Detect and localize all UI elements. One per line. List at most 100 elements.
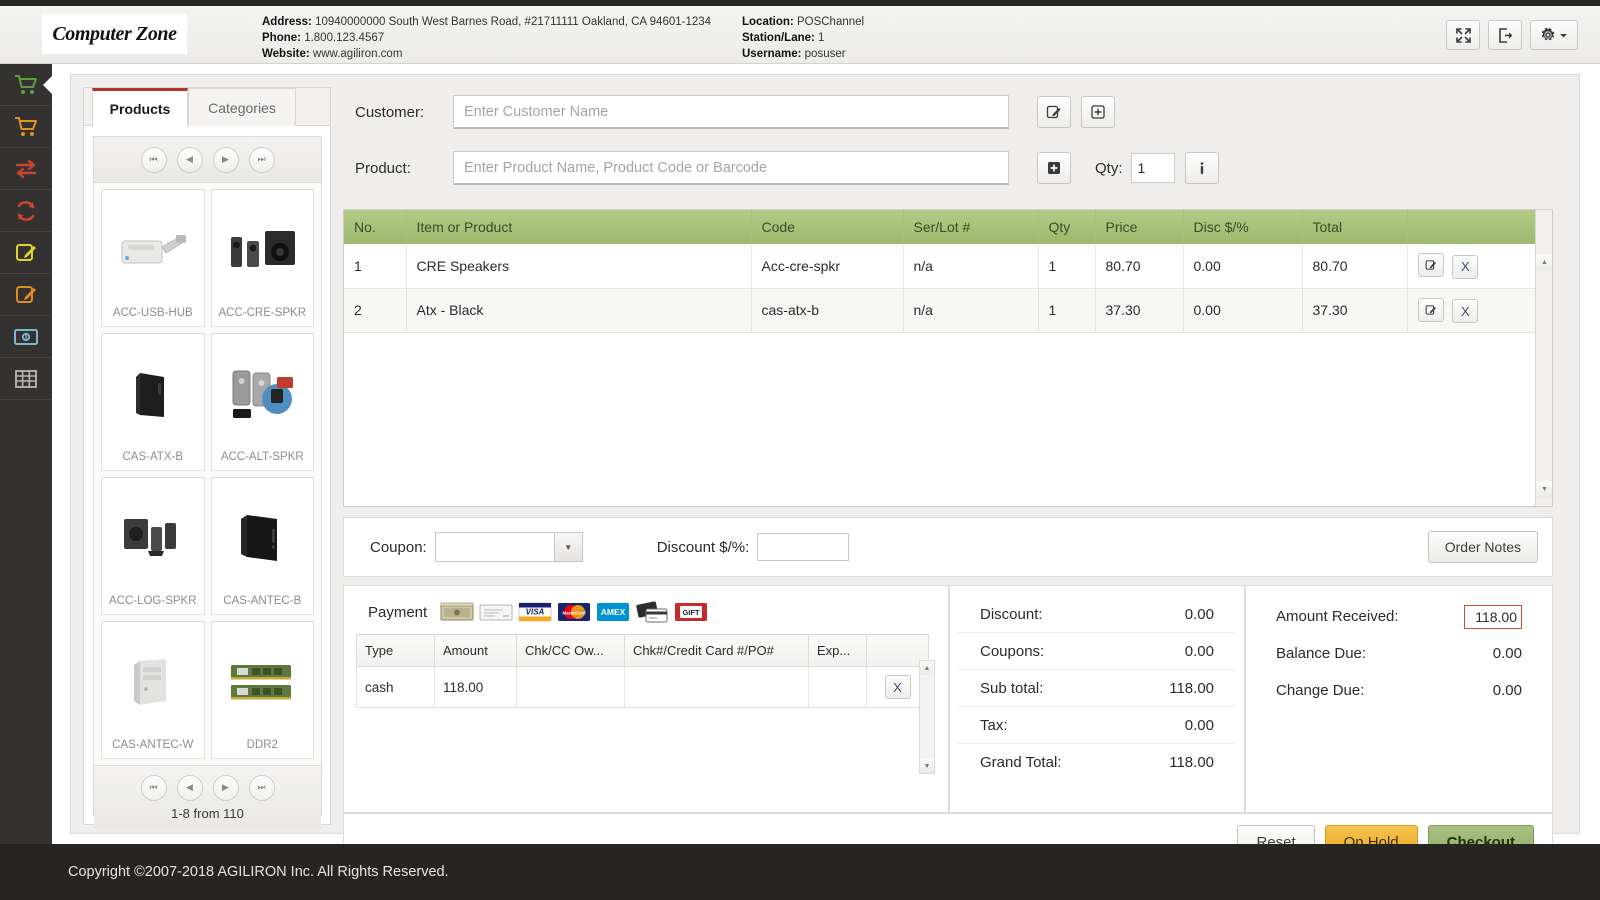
copyright-text: Copyright ©2007-2018 AGILIRON Inc. All R… [68, 864, 449, 880]
cell-code: cas-atx-b [751, 288, 904, 333]
expand-icon [1455, 27, 1471, 43]
grid-table-icon [15, 369, 37, 388]
grand-total-label: Grand Total: [980, 754, 1062, 771]
qty-input[interactable] [1130, 153, 1175, 183]
table-row[interactable]: 1 CRE Speakers Acc-cre-spkr n/a 1 80.70 … [344, 244, 1537, 289]
coupon-select[interactable]: ▼ [434, 532, 583, 562]
order-notes-button[interactable]: Order Notes [1427, 531, 1538, 563]
pay-col-number: Chk#/Credit Card #/PO# [624, 634, 809, 667]
settings-button[interactable] [1530, 20, 1578, 50]
header-address-label: Address: [262, 16, 312, 28]
product-cell-acc-cre-spkr[interactable]: ACC-CRE-SPKR [210, 189, 314, 327]
delete-payment-button[interactable]: X [884, 675, 911, 699]
scroll-down-arrow[interactable]: ▼ [920, 759, 934, 773]
table-row[interactable]: 2 Atx - Black cas-atx-b n/a 1 37.30 0.00… [344, 288, 1537, 333]
subtotal-label: Sub total: [980, 679, 1044, 697]
pay-col-amount: Amount [434, 634, 517, 667]
sidebar-item-exchange[interactable] [0, 148, 52, 190]
visa-icon[interactable]: VISA [518, 600, 552, 624]
sidebar-item-edit-orange[interactable] [0, 274, 52, 316]
customer-input[interactable] [453, 95, 1009, 129]
cell-price: 80.70 [1095, 244, 1184, 289]
amount-received-input[interactable] [1464, 604, 1522, 629]
gift-card-icon[interactable]: GIFT [674, 600, 708, 624]
fullscreen-button[interactable] [1446, 20, 1480, 50]
edit-row-button[interactable] [1417, 297, 1444, 322]
pager-last-button-top[interactable]: ⏭ [248, 146, 275, 173]
scroll-up-arrow[interactable]: ▲ [920, 661, 934, 675]
header-website-line: Website: www.agiliron.com [262, 46, 711, 62]
product-cell-ddr2[interactable]: DDR2 [210, 621, 314, 759]
cell-actions: X [1407, 244, 1537, 289]
tab-products[interactable]: Products [92, 88, 188, 127]
amex-icon[interactable]: AMEX [596, 600, 630, 624]
change-due-label: Change Due: [1276, 682, 1365, 699]
cell-qty: 1 [1038, 244, 1096, 289]
grand-total-value: 118.00 [1169, 754, 1214, 771]
delete-row-button[interactable]: X [1452, 254, 1479, 279]
delete-row-button[interactable]: X [1452, 299, 1479, 323]
product-cell-cas-antec-w[interactable]: CAS-ANTEC-W [101, 621, 205, 759]
product-info-button[interactable] [1184, 152, 1219, 184]
sidebar-item-new-order[interactable] [0, 64, 53, 106]
grand-total-row: Grand Total: 118.00 [958, 744, 1236, 781]
pager-first-button-bottom[interactable]: ⏮ [140, 774, 167, 801]
balance-due-row: Balance Due: 0.00 [1254, 635, 1544, 672]
product-code-label: DDR2 [246, 739, 278, 751]
sidebar-item-grid[interactable] [0, 358, 52, 400]
scroll-down-arrow[interactable]: ▼ [1536, 481, 1552, 498]
pager-prev-button-bottom[interactable]: ◀ [176, 774, 203, 801]
qty-label: Qty: [1095, 159, 1123, 177]
product-cell-cas-antec-b[interactable]: CAS-ANTEC-B [210, 477, 314, 615]
pager-first-button-top[interactable]: ⏮ [140, 146, 167, 173]
product-input[interactable] [453, 151, 1009, 185]
header-session-info: Location: POSChannel Station/Lane: 1 Use… [742, 14, 864, 62]
sidebar-item-refresh[interactable] [0, 190, 52, 232]
col-no: No. [344, 210, 407, 244]
sidebar-item-orders[interactable] [0, 106, 52, 148]
customer-row: Customer: [343, 95, 1115, 129]
main-body: Products Categories ⏮ ◀ ▶ ⏭ ACC-USB-HUB … [52, 64, 1600, 871]
subtotal-value: 118.00 [1169, 679, 1214, 697]
sidebar-item-edit-yellow[interactable] [0, 232, 52, 274]
pager-next-button-bottom[interactable]: ▶ [212, 774, 239, 801]
edit-row-button[interactable] [1417, 253, 1444, 277]
add-customer-button[interactable] [1081, 96, 1115, 128]
product-cell-cas-atx-b[interactable]: CAS-ATX-B [101, 333, 205, 471]
cash-icon[interactable] [440, 600, 474, 624]
refresh-icon [17, 200, 35, 221]
logout-button[interactable] [1488, 20, 1522, 50]
payment-table-scrollbar[interactable]: ▲ ▼ [919, 660, 935, 774]
discount-input[interactable] [757, 533, 850, 561]
discount-total-label: Discount: [980, 605, 1043, 623]
payment-methods-row: Payment VISA MasterCard AMEX GIFT [344, 586, 948, 632]
tab-categories[interactable]: Categories [188, 88, 296, 126]
col-serlot: Ser/Lot # [903, 210, 1039, 244]
mastercard-icon[interactable]: MasterCard [557, 600, 591, 624]
header-username-line: Username: posuser [742, 46, 864, 62]
debit-card-icon[interactable] [635, 600, 669, 624]
product-cell-acc-alt-spkr[interactable]: ACC-ALT-SPKR [210, 333, 314, 471]
product-code-label: CAS-ANTEC-W [112, 739, 194, 751]
pager-next-button-top[interactable]: ▶ [212, 146, 239, 173]
items-table-scrollbar[interactable]: ▲ ▼ [1535, 210, 1552, 506]
app-header: Computer Zone Address: 10940000000 South… [0, 6, 1600, 64]
product-row: Product: Qty: [343, 151, 1219, 185]
logitech-speakers-thumb [102, 478, 204, 592]
pager-prev-button-top[interactable]: ◀ [176, 146, 203, 173]
product-cell-acc-log-spkr[interactable]: ACC-LOG-SPKR [101, 477, 205, 615]
table-row[interactable]: cash 118.00 X [356, 666, 929, 708]
check-icon[interactable] [479, 600, 513, 624]
product-cell-acc-usb-hub[interactable]: ACC-USB-HUB [101, 189, 205, 327]
scroll-up-arrow[interactable]: ▲ [1536, 254, 1552, 271]
header-username-value: posuser [804, 48, 846, 60]
cell-no: 2 [344, 288, 407, 333]
cell-no: 1 [344, 244, 407, 289]
pager-last-button-bottom[interactable]: ⏭ [248, 774, 275, 801]
edit-customer-button[interactable] [1037, 96, 1071, 128]
chevron-down-icon[interactable]: ▼ [553, 533, 582, 561]
pay-cell-owner [516, 666, 625, 708]
product-code-label: CAS-ANTEC-B [223, 595, 302, 607]
add-product-button[interactable] [1037, 152, 1071, 184]
sidebar-item-cash-drawer[interactable] [0, 316, 52, 358]
